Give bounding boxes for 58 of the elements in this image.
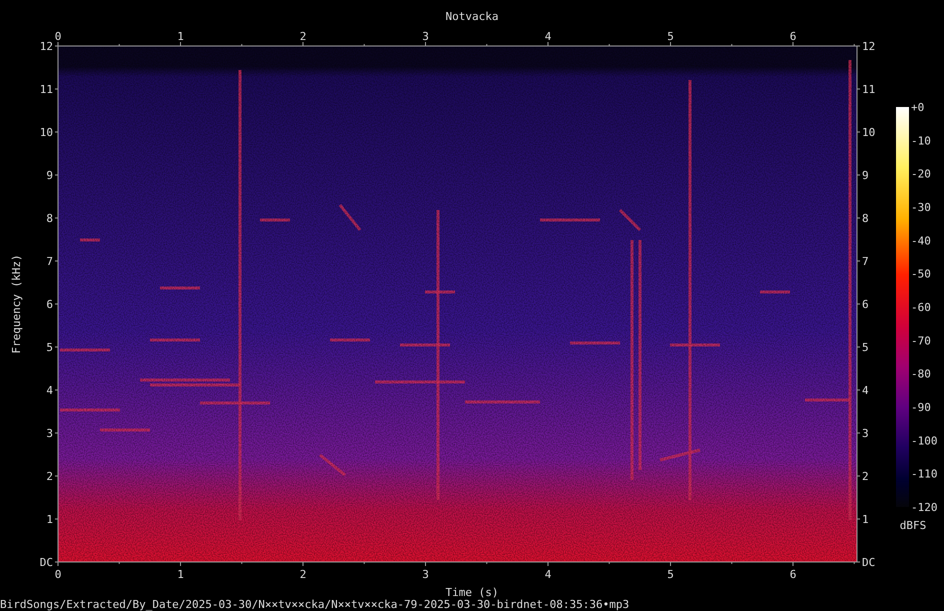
- axis-tick-label: 3: [422, 30, 429, 43]
- axis-tick-label: 2: [300, 30, 306, 43]
- colorbar-tick-label: -110: [911, 468, 938, 481]
- chart-title: Notvacka: [446, 10, 498, 23]
- axis-tick-label: 9: [46, 169, 53, 182]
- axis-tick-label: 4: [544, 30, 552, 43]
- colorbar-tick-label: -10: [911, 134, 931, 148]
- axis-tick-label: 6: [790, 30, 796, 43]
- axis-tick-label: 0: [54, 30, 62, 43]
- colorbar-tick-label: -40: [911, 234, 931, 248]
- axis-tick-label: 3: [422, 568, 429, 581]
- colorbar-tick-label: -70: [911, 334, 931, 348]
- x-axis-label: Time (s): [446, 586, 498, 599]
- colorbar-tick-label: -100: [911, 434, 938, 448]
- axis-tick-label: 4: [544, 568, 552, 581]
- colorbar-tick-label: -80: [911, 368, 931, 381]
- axis-tick-label: 2: [46, 470, 53, 483]
- axis-tick-label: 2: [300, 568, 306, 581]
- axis-tick-label: 11: [40, 83, 53, 96]
- axis-tick-label: 1: [177, 30, 184, 43]
- axis-tick-label: 4: [862, 384, 869, 397]
- axis-tick-label: 1: [177, 568, 184, 581]
- colorbar-tick-label: -50: [911, 268, 931, 281]
- axis-tick-label: 6: [790, 568, 796, 581]
- axis-tick-label: 1: [862, 513, 869, 526]
- axis-tick-label: 10: [40, 126, 53, 139]
- axis-tick-label: 7: [862, 255, 869, 268]
- axis-tick-label: 1: [46, 513, 53, 526]
- axis-tick-label: 5: [46, 341, 53, 354]
- axis-tick-label: 9: [862, 169, 869, 182]
- axis-tick-label: DC: [40, 556, 53, 569]
- axis-tick-label: 5: [862, 341, 869, 354]
- axis-tick-label: 8: [862, 212, 869, 225]
- axis-tick-label: 6: [46, 298, 53, 311]
- axis-tick-label: 5: [667, 30, 674, 43]
- axis-tick-label: 11: [862, 83, 876, 96]
- colorbar-tick-label: +0: [911, 101, 924, 114]
- axis-tick-label: 12: [40, 40, 53, 53]
- axis-tick-label: 6: [862, 298, 869, 311]
- axis-tick-label: 2: [862, 470, 869, 483]
- axis-tick-label: 10: [862, 126, 876, 139]
- colorbar-tick-label: -60: [911, 301, 931, 314]
- colorbar-tick-label: -90: [911, 401, 931, 414]
- axis-tick-label: 12: [862, 40, 876, 53]
- axis-tick-label: 0: [54, 568, 62, 581]
- axis-tick-label: 3: [46, 427, 53, 440]
- y-axis-label: Frequency (kHz): [10, 254, 23, 354]
- colorbar-tick-label: -120: [911, 501, 938, 514]
- colorbar-tick-label: -30: [911, 201, 931, 214]
- axis-tick-label: 8: [46, 212, 53, 225]
- axis-tick-label: 7: [46, 255, 53, 268]
- axis-tick-label: 5: [667, 568, 674, 581]
- colorbar-tick-label: -20: [911, 168, 931, 181]
- axis-tick-label: DC: [862, 556, 876, 569]
- file-path: BirdSongs/Extracted/By_Date/2025-03-30/N××tv××cka/N××tv××cka-79-2025-03-30-birdnet-08:35:36•mp3: [0, 598, 630, 611]
- colorbar-unit: dBFS: [900, 519, 926, 532]
- axis-tick-label: 3: [862, 427, 869, 440]
- axis-tick-label: 4: [46, 384, 53, 397]
